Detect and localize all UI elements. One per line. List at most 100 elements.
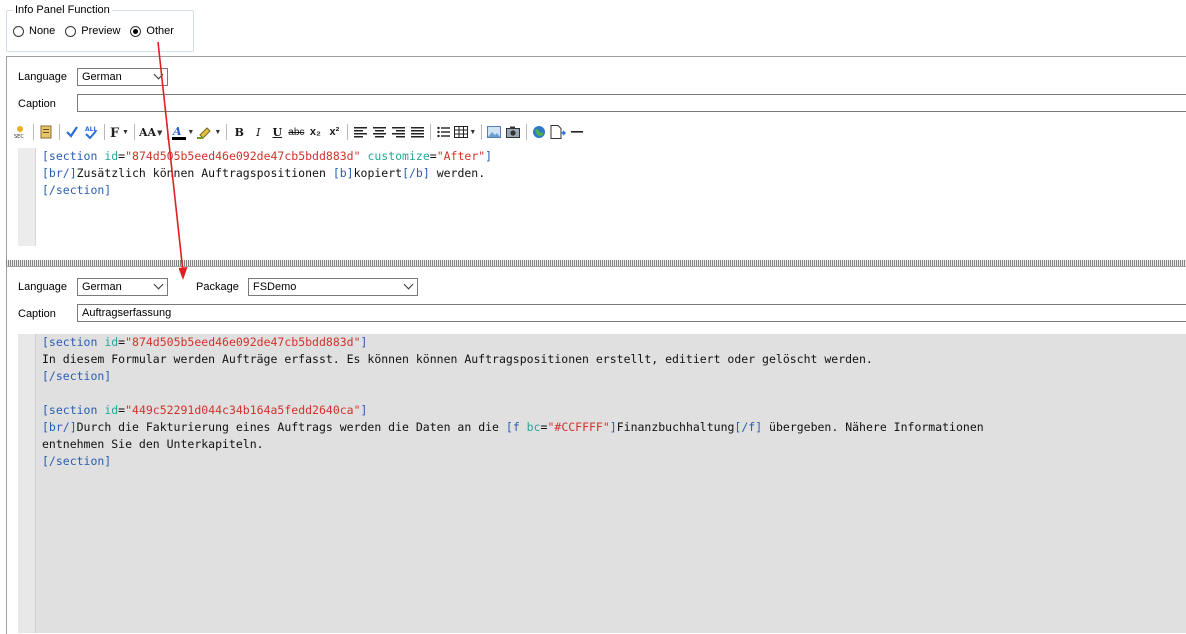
code-line: [section id="449c52291d044c34b164a5fedd2… bbox=[42, 402, 984, 419]
toolbar-separator bbox=[430, 124, 432, 140]
font-size-button[interactable]: AA ▼ bbox=[139, 123, 162, 141]
code-line: [br/]Zusätzlich können Auftragspositione… bbox=[42, 165, 492, 182]
dropdown-arrow-icon: ▼ bbox=[187, 128, 195, 136]
toolbar-separator bbox=[526, 124, 528, 140]
code-line: [/section] bbox=[42, 182, 492, 199]
code-token-tag: [/section] bbox=[42, 369, 112, 383]
toolbar-separator bbox=[167, 124, 169, 140]
code-token-tag: [/section] bbox=[42, 183, 112, 197]
code-token-text: Durch die Fakturierung eines Auftrags we… bbox=[76, 420, 506, 434]
package-select[interactable]: FSDemo bbox=[248, 278, 418, 296]
top-language-value: German bbox=[82, 71, 122, 83]
spell-check-button[interactable] bbox=[64, 123, 80, 141]
top-code-editor[interactable]: [section id = "874d505b5eed46e092de47cb5bd… bbox=[18, 148, 1186, 246]
justify-button[interactable] bbox=[409, 123, 425, 141]
code-token-attr: id bbox=[104, 149, 119, 163]
insert-section-button[interactable]: SEC bbox=[12, 123, 28, 141]
radio-other-circle[interactable] bbox=[130, 25, 142, 37]
horizontal-rule-button[interactable] bbox=[569, 123, 585, 141]
align-left-icon bbox=[353, 127, 367, 138]
format-button[interactable]: F ▼ bbox=[109, 123, 129, 141]
table-icon bbox=[454, 126, 469, 138]
bottom-caption-input[interactable]: Auftragserfassung bbox=[77, 304, 1186, 322]
package-label: Package bbox=[196, 281, 239, 293]
toolbar-separator bbox=[347, 124, 349, 140]
toolbar-separator bbox=[59, 124, 60, 140]
radio-preview[interactable]: Preview bbox=[65, 25, 120, 37]
font-color-button[interactable]: A ▼ bbox=[172, 123, 194, 141]
align-right-icon bbox=[391, 127, 405, 138]
code-token-tag: ] bbox=[609, 420, 617, 434]
code-token-tag: [br/] bbox=[42, 420, 77, 434]
code-token-text: In diesem Formular werden Aufträge erfas… bbox=[42, 352, 873, 366]
code-token-attr: id bbox=[104, 335, 119, 349]
page-button[interactable] bbox=[38, 123, 54, 141]
code-token-str: "After" bbox=[436, 149, 486, 163]
checkmark-icon bbox=[66, 126, 78, 138]
subscript-button[interactable]: x₂ bbox=[307, 123, 323, 141]
top-language-select[interactable]: German bbox=[77, 68, 168, 86]
code-token-text: entnehmen Sie den Unterkapiteln. bbox=[42, 437, 264, 451]
bottom-code-editor[interactable]: [section id="874d505b5eed46e092de47cb5bd… bbox=[18, 334, 1186, 633]
underline-button[interactable]: U bbox=[269, 123, 285, 141]
align-left-button[interactable] bbox=[352, 123, 368, 141]
formatting-toolbar: SEC ALL F ▼ AA ▼ A ▼ ▼ B I U abc x₂ x² ▼ bbox=[12, 122, 588, 142]
info-panel-function-group: Info Panel Function None Preview Other bbox=[6, 4, 194, 52]
superscript-label: x² bbox=[329, 126, 340, 138]
radio-none[interactable]: None bbox=[13, 25, 55, 37]
code-token-tag: [/f] bbox=[734, 420, 763, 434]
radio-none-circle[interactable] bbox=[13, 25, 24, 37]
align-right-button[interactable] bbox=[390, 123, 406, 141]
code-token-str: "874d505b5eed46e092de47cb5bdd883d" bbox=[125, 149, 361, 163]
superscript-button[interactable]: x² bbox=[326, 123, 342, 141]
bottom-code-content[interactable]: [section id="874d505b5eed46e092de47cb5bd… bbox=[42, 334, 984, 470]
table-button[interactable]: ▼ bbox=[454, 123, 476, 141]
radio-other[interactable]: Other bbox=[130, 25, 174, 37]
info-panel-function-legend: Info Panel Function bbox=[13, 4, 112, 16]
justify-icon bbox=[410, 127, 424, 138]
chevron-down-icon bbox=[153, 279, 164, 290]
top-caption-input[interactable] bbox=[77, 94, 1186, 112]
screenshot-button[interactable] bbox=[505, 123, 521, 141]
code-token-eq: = bbox=[429, 149, 437, 163]
insert-section-icon: SEC bbox=[14, 126, 24, 139]
bold-button[interactable]: B bbox=[231, 123, 247, 141]
image-button[interactable] bbox=[486, 123, 502, 141]
radio-none-label[interactable]: None bbox=[29, 25, 55, 37]
strikethrough-button[interactable]: abc bbox=[288, 123, 304, 141]
highlight-color-button[interactable]: ▼ bbox=[197, 123, 221, 141]
list-button[interactable] bbox=[435, 123, 451, 141]
package-value: FSDemo bbox=[253, 281, 297, 293]
horizontal-rule-icon bbox=[571, 131, 584, 133]
bullet-list-icon bbox=[437, 126, 450, 138]
camera-icon bbox=[506, 126, 521, 138]
code-token-tag: ] bbox=[360, 403, 368, 417]
bottom-language-value: German bbox=[82, 281, 122, 293]
check-all-button[interactable]: ALL bbox=[83, 123, 99, 141]
code-token-str: "449c52291d044c34b164a5fedd2640ca" bbox=[125, 403, 361, 417]
italic-button[interactable]: I bbox=[250, 123, 266, 141]
top-code-content[interactable]: [section id = "874d505b5eed46e092de47cb5bd… bbox=[42, 148, 492, 199]
bottom-language-select[interactable]: German bbox=[77, 278, 168, 296]
code-token-text: Finanzbuchhaltung bbox=[616, 420, 735, 434]
align-center-button[interactable] bbox=[371, 123, 387, 141]
code-token-text: werden. bbox=[429, 166, 486, 180]
toolbar-separator bbox=[104, 124, 105, 140]
chevron-down-icon bbox=[403, 279, 414, 290]
radio-other-label[interactable]: Other bbox=[146, 25, 174, 37]
svg-text:F: F bbox=[110, 126, 120, 139]
code-token-tag: [section bbox=[42, 149, 105, 163]
top-caption-label: Caption bbox=[18, 98, 56, 110]
code-line: [section id="874d505b5eed46e092de47cb5bd… bbox=[42, 334, 984, 351]
code-token-str: "#CCFFFF" bbox=[547, 420, 610, 434]
insert-document-button[interactable] bbox=[550, 123, 567, 141]
toolbar-separator bbox=[226, 124, 228, 140]
font-size-label: AA bbox=[138, 125, 157, 139]
web-link-button[interactable] bbox=[531, 123, 547, 141]
radio-preview-circle[interactable] bbox=[65, 25, 77, 37]
underline-label: U bbox=[272, 125, 283, 139]
code-token-tag: [b] bbox=[332, 166, 354, 180]
radio-preview-label[interactable]: Preview bbox=[81, 25, 120, 37]
code-line: In diesem Formular werden Aufträge erfas… bbox=[42, 351, 984, 368]
code-token-tag: [/section] bbox=[42, 454, 112, 468]
